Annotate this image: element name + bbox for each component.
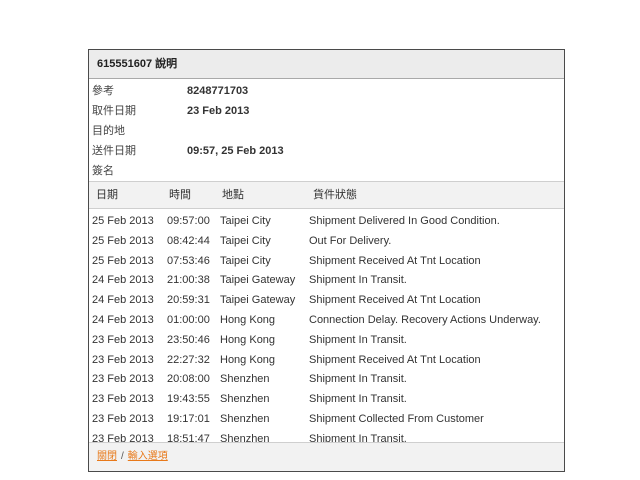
cell-time: 21:00:38 — [167, 274, 210, 287]
cell-location: Taipei City — [220, 254, 271, 267]
info-row-destination: 目的地 — [89, 121, 564, 141]
table-row: 25 Feb 2013 09:57:00 Taipei City Shipment D… — [89, 211, 564, 231]
cell-status: Shipment In Transit. — [309, 333, 407, 346]
cell-date: 25 Feb 2013 — [92, 234, 154, 247]
cell-status: Shipment In Transit. — [309, 393, 407, 406]
cell-time: 08:42:44 — [167, 234, 210, 247]
cell-status: Shipment In Transit. — [309, 274, 407, 287]
cell-location: Taipei Gateway — [220, 294, 296, 307]
table-row: 23 Feb 2013 20:08:00 Shenzhen Shipment In T… — [89, 369, 564, 389]
column-header-time: 時間 — [169, 189, 191, 201]
cell-status: Shipment Collected From Customer — [309, 412, 484, 425]
tracking-detail-panel: 615551607 說明 參考 8248771703 取件日期 23 Feb 2… — [88, 49, 565, 472]
cell-date: 23 Feb 2013 — [92, 393, 154, 406]
info-value: 8248771703 — [187, 85, 249, 97]
table-row: 25 Feb 2013 07:53:46 Taipei City Shipment R… — [89, 251, 564, 271]
table-header: 日期 時間 地點 貨件狀態 — [89, 181, 564, 209]
info-label: 參考 — [92, 85, 114, 97]
cell-time: 20:59:31 — [167, 294, 210, 307]
table-row: 23 Feb 2013 22:27:32 Hong Kong Shipment Rec… — [89, 350, 564, 370]
info-value: 23 Feb 2013 — [187, 105, 250, 117]
cell-date: 24 Feb 2013 — [92, 313, 154, 326]
cell-location: Hong Kong — [220, 333, 276, 346]
cell-location: Hong Kong — [220, 313, 276, 326]
cell-date: 23 Feb 2013 — [92, 333, 154, 346]
cell-time: 19:17:01 — [167, 412, 210, 425]
cell-location: Hong Kong — [220, 353, 276, 366]
column-header-status: 貨件狀態 — [313, 189, 357, 201]
cell-location: Shenzhen — [220, 412, 270, 425]
cell-date: 24 Feb 2013 — [92, 274, 154, 287]
cell-status: Shipment Received At Tnt Location — [309, 294, 481, 307]
table-row: 24 Feb 2013 01:00:00 Hong Kong Connection D… — [89, 310, 564, 330]
cell-location: Shenzhen — [220, 393, 270, 406]
info-row-reference: 參考 8248771703 — [89, 81, 564, 101]
footer-separator: / — [121, 451, 124, 462]
cell-time: 09:57:00 — [167, 215, 210, 227]
cell-time: 20:08:00 — [167, 373, 210, 386]
cell-status: Shipment Received At Tnt Location — [309, 353, 481, 366]
info-label: 目的地 — [92, 125, 125, 137]
panel-footer: 關閉 / 輸入選項 — [89, 442, 564, 471]
table-row: 25 Feb 2013 08:42:44 Taipei City Out For De… — [89, 231, 564, 251]
cell-status: Shipment Delivered In Good Condition. — [309, 215, 500, 227]
shipment-info: 參考 8248771703 取件日期 23 Feb 2013 目的地 送件日期 … — [89, 79, 564, 181]
cell-time: 07:53:46 — [167, 254, 210, 267]
cell-location: Taipei Gateway — [220, 274, 296, 287]
table-row: 24 Feb 2013 20:59:31 Taipei Gateway Shipmen… — [89, 290, 564, 310]
info-row-delivery-date: 送件日期 09:57, 25 Feb 2013 — [89, 141, 564, 161]
input-options-link[interactable]: 輸入選項 — [128, 451, 168, 462]
cell-date: 23 Feb 2013 — [92, 412, 154, 425]
cell-status: Out For Delivery. — [309, 234, 392, 247]
column-header-location: 地點 — [222, 189, 244, 201]
info-label: 送件日期 — [92, 145, 136, 157]
cell-time: 19:43:55 — [167, 393, 210, 406]
cell-date: 23 Feb 2013 — [92, 373, 154, 386]
info-label: 簽名 — [92, 165, 114, 177]
table-row: 23 Feb 2013 23:50:46 Hong Kong Shipment In … — [89, 330, 564, 350]
table-row: 23 Feb 2013 19:17:01 Shenzhen Shipment Coll… — [89, 409, 564, 429]
cell-time: 22:27:32 — [167, 353, 210, 366]
cell-time: 23:50:46 — [167, 333, 210, 346]
cell-location: Taipei City — [220, 215, 271, 227]
cell-location: Shenzhen — [220, 373, 270, 386]
tracking-table-body: 25 Feb 2013 09:57:00 Taipei City Shipment D… — [89, 209, 564, 449]
info-row-pickup-date: 取件日期 23 Feb 2013 — [89, 101, 564, 121]
table-row: 23 Feb 2013 19:43:55 Shenzhen Shipment In T… — [89, 389, 564, 409]
cell-date: 25 Feb 2013 — [92, 215, 154, 227]
panel-title: 615551607 說明 — [89, 50, 564, 79]
close-link[interactable]: 關閉 — [97, 451, 117, 462]
table-row: 24 Feb 2013 21:00:38 Taipei Gateway Shipmen… — [89, 270, 564, 290]
info-label: 取件日期 — [92, 105, 136, 117]
cell-location: Taipei City — [220, 234, 271, 247]
cell-time: 01:00:00 — [167, 313, 210, 326]
cell-status: Connection Delay. Recovery Actions Under… — [309, 313, 541, 326]
cell-status: Shipment Received At Tnt Location — [309, 254, 481, 267]
cell-date: 23 Feb 2013 — [92, 353, 154, 366]
column-header-date: 日期 — [96, 189, 118, 201]
info-row-signature: 簽名 — [89, 161, 564, 181]
info-value: 09:57, 25 Feb 2013 — [187, 145, 284, 157]
cell-status: Shipment In Transit. — [309, 373, 407, 386]
cell-date: 25 Feb 2013 — [92, 254, 154, 267]
cell-date: 24 Feb 2013 — [92, 294, 154, 307]
